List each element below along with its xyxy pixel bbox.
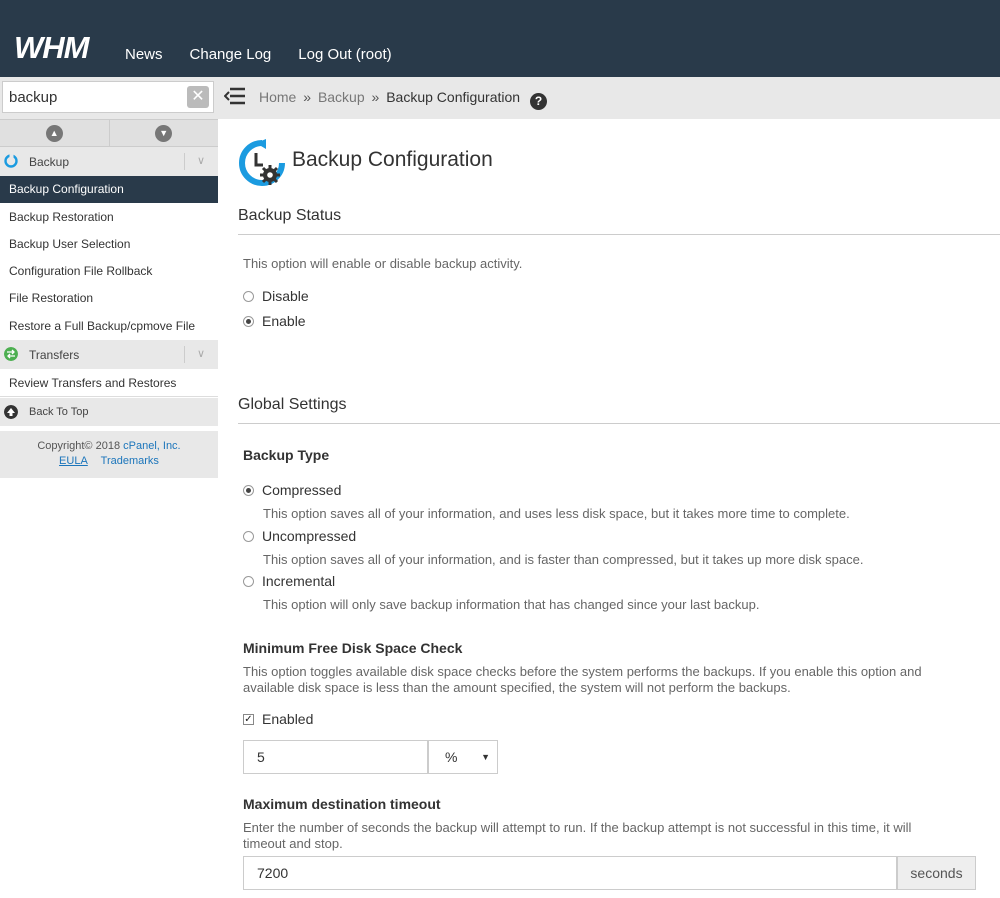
incremental-description: This option will only save backup inform…	[263, 597, 760, 612]
main-content: Backup Configuration Backup Status This …	[218, 119, 1000, 898]
scroll-up-button[interactable]: ▲	[0, 120, 109, 146]
incremental-label: Incremental	[262, 573, 336, 589]
scroll-arrows: ▲ ▼	[0, 119, 218, 147]
arrow-up-icon	[4, 405, 18, 419]
trademarks-link[interactable]: Trademarks	[101, 455, 159, 467]
compressed-radio-option[interactable]: Compressed	[243, 482, 341, 498]
caret-down-icon: ▼	[481, 752, 490, 762]
search-box: ✕	[2, 81, 214, 113]
backup-icon	[4, 154, 18, 168]
whm-logo[interactable]: WHM	[14, 30, 89, 66]
disable-radio-label: Disable	[262, 288, 309, 304]
compressed-radio[interactable]	[243, 484, 254, 496]
disk-check-enabled-option[interactable]: ✓ Enabled	[243, 711, 313, 727]
chevron-down-icon[interactable]: ∨	[184, 346, 217, 363]
sidebar-item-file-restoration[interactable]: File Restoration	[0, 285, 218, 312]
top-bar: WHM News Change Log Log Out (root)	[0, 0, 1000, 77]
backup-type-label: Backup Type	[243, 447, 330, 463]
incremental-radio[interactable]	[243, 575, 254, 587]
copyright-text: Copyright© 2018	[37, 440, 121, 452]
breadcrumb-current: Backup Configuration	[386, 89, 521, 105]
breadcrumb-bar: Home » Backup » Backup Configuration ?	[218, 77, 1000, 119]
disk-space-unit-value: %	[445, 749, 458, 765]
disable-radio-option[interactable]: Disable	[243, 288, 309, 304]
backup-configuration-icon	[239, 139, 285, 186]
collapse-menu-icon[interactable]	[224, 87, 246, 105]
sidebar: ✕ ▲ ▼ Backup ∨ Backup Configuration Back…	[0, 77, 218, 898]
sidebar-item-restore-full-backup[interactable]: Restore a Full Backup/cpmove File	[0, 313, 218, 340]
backup-status-description: This option will enable or disable backu…	[243, 256, 523, 271]
sidebar-item-backup-configuration[interactable]: Backup Configuration	[0, 176, 218, 203]
disk-check-checkbox[interactable]: ✓	[243, 713, 254, 725]
enable-radio-option[interactable]: Enable	[243, 313, 306, 329]
breadcrumb: Home » Backup » Backup Configuration ?	[259, 89, 547, 110]
nav-change-log-link[interactable]: Change Log	[190, 46, 272, 63]
close-icon[interactable]: ✕	[187, 86, 209, 108]
category-label: Backup	[29, 155, 70, 169]
sidebar-category-transfers[interactable]: Transfers ∨	[0, 340, 218, 369]
timeout-label: Maximum destination timeout	[243, 796, 441, 812]
timeout-input[interactable]: 7200	[243, 856, 897, 890]
sidebar-item-review-transfers[interactable]: Review Transfers and Restores	[0, 370, 218, 397]
compressed-label: Compressed	[262, 482, 342, 498]
enable-radio-label: Enable	[262, 313, 306, 329]
category-label: Transfers	[29, 348, 80, 362]
sidebar-category-backup[interactable]: Backup ∨	[0, 147, 218, 176]
uncompressed-label: Uncompressed	[262, 528, 357, 544]
breadcrumb-separator: »	[371, 89, 380, 105]
chevron-down-icon[interactable]: ∨	[184, 153, 217, 170]
back-to-top-label: Back To Top	[29, 406, 89, 418]
disk-check-description-line2: available disk space is less than the am…	[243, 680, 791, 695]
arrow-up-icon: ▲	[45, 124, 63, 142]
sidebar-item-configuration-file-rollback[interactable]: Configuration File Rollback	[0, 258, 218, 285]
disk-check-label: Minimum Free Disk Space Check	[243, 640, 463, 656]
top-nav: News Change Log Log Out (root)	[125, 46, 419, 63]
sidebar-item-backup-user-selection[interactable]: Backup User Selection	[0, 231, 218, 258]
timeout-description-line2: timeout and stop.	[243, 836, 343, 851]
cpanel-link[interactable]: cPanel, Inc.	[123, 440, 180, 452]
uncompressed-radio-option[interactable]: Uncompressed	[243, 528, 356, 544]
uncompressed-description: This option saves all of your informatio…	[263, 552, 864, 567]
eula-link[interactable]: EULA	[59, 455, 88, 467]
scroll-down-button[interactable]: ▼	[108, 120, 219, 146]
back-to-top-button[interactable]: Back To Top	[0, 398, 218, 426]
disk-space-unit-select[interactable]: % ▼	[428, 740, 498, 774]
disable-radio[interactable]	[243, 290, 254, 302]
sidebar-search-area: ✕	[0, 77, 218, 119]
breadcrumb-backup[interactable]: Backup	[318, 89, 365, 105]
sidebar-item-backup-restoration[interactable]: Backup Restoration	[0, 204, 218, 231]
timeout-description-line1: Enter the number of seconds the backup w…	[243, 820, 912, 835]
breadcrumb-home[interactable]: Home	[259, 89, 296, 105]
arrow-down-icon: ▼	[155, 124, 173, 142]
incremental-radio-option[interactable]: Incremental	[243, 573, 335, 589]
help-icon[interactable]: ?	[529, 93, 547, 110]
disk-check-enabled-label: Enabled	[262, 711, 314, 727]
global-settings-heading: Global Settings	[238, 396, 1000, 424]
copyright-footer: Copyright© 2018 cPanel, Inc. EULA Tradem…	[0, 431, 218, 478]
timeout-unit-addon: seconds	[897, 856, 976, 890]
transfers-icon	[4, 347, 18, 361]
page-title: Backup Configuration	[292, 148, 493, 171]
enable-radio[interactable]	[243, 315, 254, 327]
disk-check-description-line1: This option toggles available disk space…	[243, 664, 922, 679]
breadcrumb-separator: »	[303, 89, 312, 105]
compressed-description: This option saves all of your informatio…	[263, 506, 850, 521]
uncompressed-radio[interactable]	[243, 530, 254, 542]
nav-news-link[interactable]: News	[125, 46, 163, 63]
search-input[interactable]	[3, 82, 185, 112]
nav-logout-link[interactable]: Log Out (root)	[298, 46, 391, 63]
backup-status-heading: Backup Status	[238, 207, 1000, 235]
disk-space-input[interactable]: 5	[243, 740, 428, 774]
